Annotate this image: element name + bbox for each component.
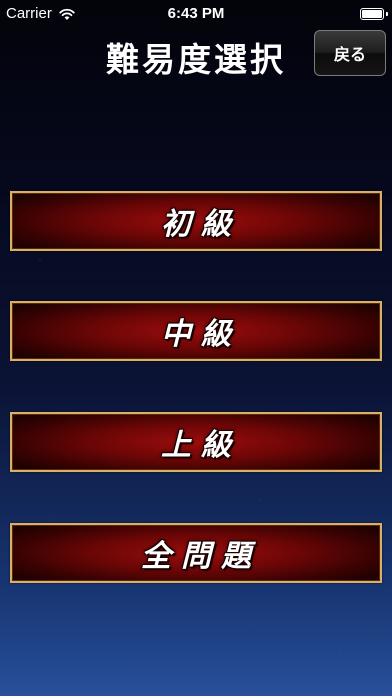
all-questions-button[interactable]: 全問題: [10, 523, 382, 583]
difficulty-list: 初級 中級 上級 全問題: [0, 0, 392, 696]
difficulty-select-screen: Carrier 6:43 PM 難易度選択 戻る 初級 中級 上級 全問題: [0, 0, 392, 696]
advanced-button[interactable]: 上級: [10, 412, 382, 472]
advanced-label: 上級: [161, 428, 241, 463]
beginner-button[interactable]: 初級: [10, 191, 382, 251]
all-questions-label: 全問題: [141, 539, 261, 574]
beginner-label: 初級: [161, 207, 241, 242]
intermediate-label: 中級: [161, 317, 241, 352]
intermediate-button[interactable]: 中級: [10, 301, 382, 361]
